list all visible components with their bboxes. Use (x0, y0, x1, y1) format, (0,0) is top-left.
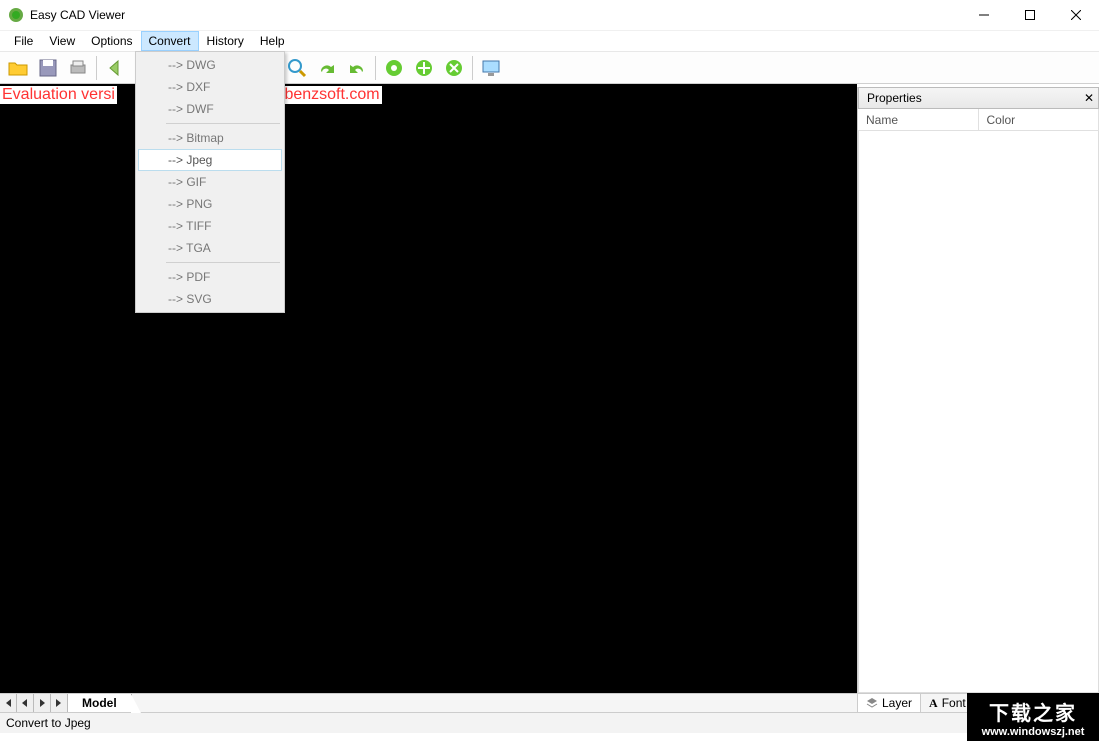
back-button[interactable] (101, 54, 129, 82)
canvas-area: Evaluation versi .benzsoft.com Model (0, 84, 857, 712)
dd-gif[interactable]: --> GIF (138, 171, 282, 193)
menubar: File View Options Convert History Help (0, 30, 1099, 51)
menu-convert[interactable]: Convert (141, 31, 199, 51)
menu-view[interactable]: View (41, 31, 83, 51)
panel-tab-layer-label: Layer (882, 696, 912, 710)
properties-columns: Name Color (858, 109, 1099, 131)
dd-bitmap[interactable]: --> Bitmap (138, 127, 282, 149)
properties-panel: Properties ✕ Name Color Layer A Font (857, 87, 1099, 712)
gear3-button[interactable] (440, 54, 468, 82)
app-title: Easy CAD Viewer (30, 8, 125, 22)
col-color[interactable]: Color (979, 109, 1099, 130)
dd-svg[interactable]: --> SVG (138, 288, 282, 310)
dd-dwf[interactable]: --> DWF (138, 98, 282, 120)
tab-prev-button[interactable] (17, 694, 34, 712)
properties-header: Properties ✕ (858, 87, 1099, 109)
dd-tiff[interactable]: --> TIFF (138, 215, 282, 237)
maximize-button[interactable] (1007, 0, 1053, 30)
panel-tab-font-label: Font (942, 696, 966, 710)
open-button[interactable] (4, 54, 32, 82)
redo-button[interactable] (313, 54, 341, 82)
status-text: Convert to Jpeg (6, 716, 91, 730)
drawing-canvas[interactable]: Evaluation versi .benzsoft.com (0, 84, 857, 693)
properties-close-button[interactable]: ✕ (1080, 91, 1098, 105)
tab-first-button[interactable] (0, 694, 17, 712)
evaluation-text-right: .benzsoft.com (278, 86, 382, 104)
menu-history[interactable]: History (199, 31, 252, 51)
dd-png[interactable]: --> PNG (138, 193, 282, 215)
evaluation-text-left: Evaluation versi (0, 86, 117, 104)
menu-file[interactable]: File (6, 31, 41, 51)
convert-dropdown: --> DWG --> DXF --> DWF --> Bitmap --> J… (135, 51, 285, 313)
menu-help[interactable]: Help (252, 31, 293, 51)
monitor-button[interactable] (477, 54, 505, 82)
titlebar: Easy CAD Viewer (0, 0, 1099, 30)
dd-separator (166, 262, 280, 263)
app-icon (8, 7, 24, 23)
properties-body (858, 131, 1099, 693)
watermark-url: www.windowszj.net (982, 726, 1085, 738)
tab-next-button[interactable] (34, 694, 51, 712)
watermark-cn: 下载之家 (989, 697, 1077, 726)
tab-model[interactable]: Model (68, 694, 132, 712)
panel-tab-layer[interactable]: Layer (858, 694, 921, 712)
zoom-search-button[interactable] (283, 54, 311, 82)
watermark: 下载之家 www.windowszj.net (967, 693, 1099, 741)
dd-jpeg[interactable]: --> Jpeg (138, 149, 282, 171)
tab-last-button[interactable] (51, 694, 68, 712)
layer-icon (866, 697, 878, 709)
save-button[interactable] (34, 54, 62, 82)
properties-title: Properties (867, 91, 922, 105)
close-button[interactable] (1053, 0, 1099, 30)
print-button[interactable] (64, 54, 92, 82)
font-icon: A (929, 696, 938, 711)
dd-tga[interactable]: --> TGA (138, 237, 282, 259)
minimize-button[interactable] (961, 0, 1007, 30)
menu-options[interactable]: Options (83, 31, 140, 51)
dd-dxf[interactable]: --> DXF (138, 76, 282, 98)
gear1-button[interactable] (380, 54, 408, 82)
layout-tabs: Model (0, 693, 857, 712)
gear2-button[interactable] (410, 54, 438, 82)
dd-separator (166, 123, 280, 124)
statusbar: Convert to Jpeg P (0, 712, 1099, 733)
dd-pdf[interactable]: --> PDF (138, 266, 282, 288)
col-name[interactable]: Name (858, 109, 979, 130)
dd-dwg[interactable]: --> DWG (138, 54, 282, 76)
undo-button[interactable] (343, 54, 371, 82)
